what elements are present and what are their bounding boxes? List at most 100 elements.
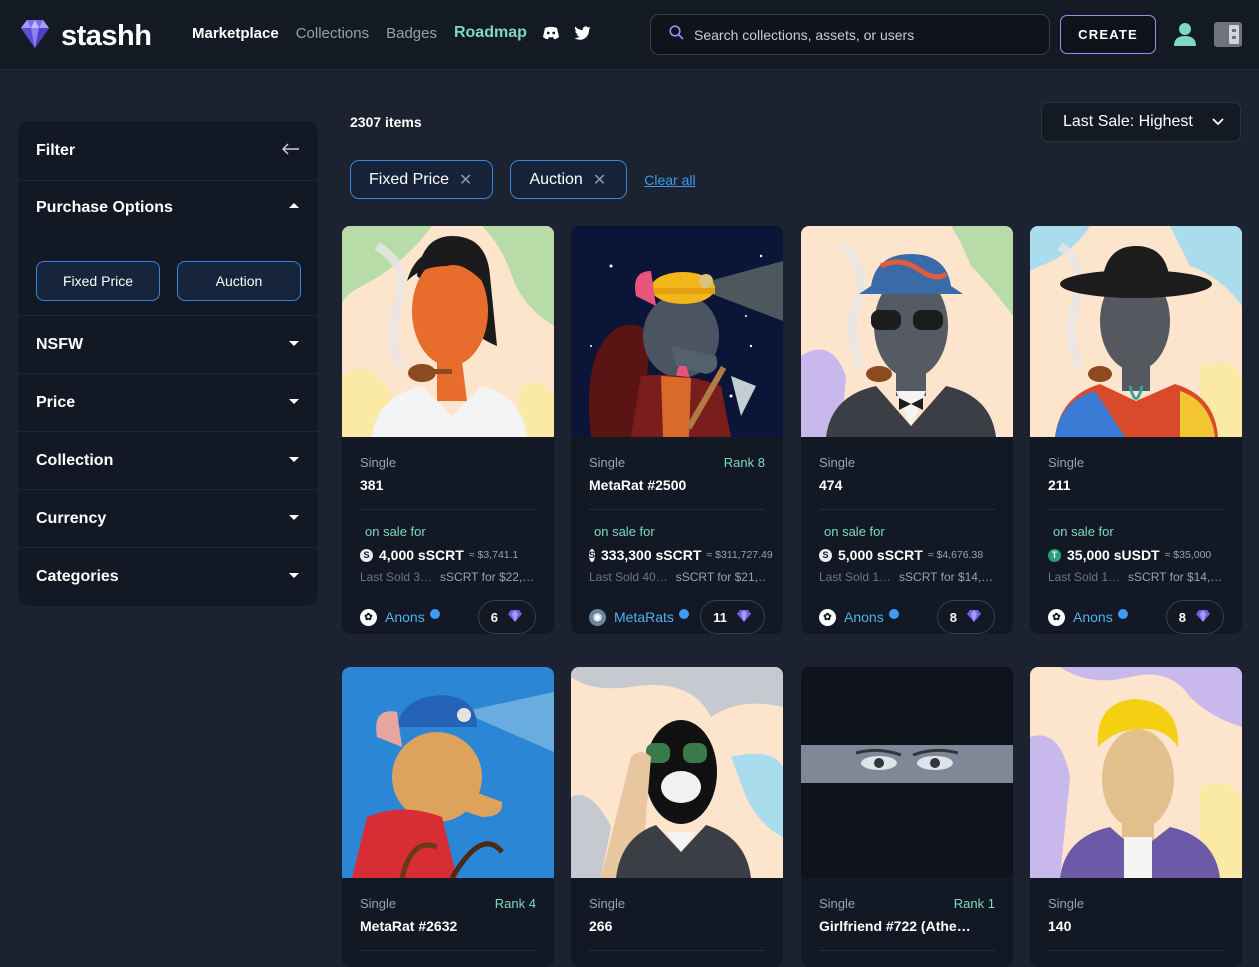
logo[interactable]: stashh bbox=[17, 16, 152, 57]
item-type: Single bbox=[589, 455, 626, 470]
sort-select[interactable]: Last Sale: Highest bbox=[1041, 102, 1241, 142]
item-name: 474 bbox=[819, 477, 843, 493]
nft-image[interactable] bbox=[1030, 226, 1242, 437]
close-icon[interactable]: ✕ bbox=[459, 170, 472, 190]
chip-label: Auction bbox=[529, 170, 583, 188]
badge-count[interactable]: 11 bbox=[700, 600, 765, 634]
sidebar-section-nsfw[interactable]: NSFW bbox=[18, 316, 318, 374]
nft-card[interactable]: Single 381 on sale for S 4,000 sSCRT ≈ $… bbox=[342, 226, 554, 634]
last-sold-label: Last Sold 1… bbox=[1048, 570, 1121, 584]
nft-image[interactable] bbox=[571, 226, 783, 437]
arrow-left-icon[interactable] bbox=[281, 142, 300, 160]
on-sale-label: on sale for bbox=[1053, 524, 1114, 539]
filter-chip-fixed-price[interactable]: Fixed Price ✕ bbox=[350, 160, 494, 199]
caret-down-icon bbox=[288, 568, 300, 586]
close-icon[interactable]: ✕ bbox=[593, 170, 606, 190]
collection-link[interactable]: ✿ Anons bbox=[1048, 608, 1128, 626]
item-name: 140 bbox=[1048, 918, 1072, 934]
clear-all-link[interactable]: Clear all bbox=[644, 172, 695, 188]
scrt-coin-icon: S bbox=[589, 548, 596, 562]
collection-link[interactable]: ✿ Anons bbox=[819, 608, 899, 626]
search-input[interactable] bbox=[694, 26, 1034, 43]
items-count: 2307 items bbox=[350, 114, 422, 130]
rank-label: Rank 8 bbox=[723, 455, 765, 470]
sidebar-section-price[interactable]: Price bbox=[18, 374, 318, 432]
nft-card[interactable]: Single Rank 1 Girlfriend #722 (Athe… bbox=[801, 667, 1013, 967]
price-row: S 5,000 sSCRT ≈ $4,676.38 bbox=[819, 547, 995, 563]
top-bar: stashh Marketplace Collections Badges Ro… bbox=[0, 0, 1259, 70]
nav-roadmap[interactable]: Roadmap bbox=[454, 24, 527, 42]
nav-collections[interactable]: Collections bbox=[296, 25, 369, 42]
nft-image[interactable] bbox=[801, 667, 1013, 878]
item-name: Girlfriend #722 (Athe… bbox=[819, 918, 971, 934]
twitter-icon[interactable] bbox=[574, 26, 591, 40]
item-name: MetaRat #2500 bbox=[589, 477, 687, 493]
nav-marketplace[interactable]: Marketplace bbox=[192, 25, 279, 42]
nft-card[interactable]: Single 140 bbox=[1030, 667, 1242, 967]
divider bbox=[360, 509, 536, 510]
purchase-options-title: Purchase Options bbox=[36, 199, 173, 216]
scrt-coin-icon: S bbox=[819, 548, 832, 562]
last-sold-label: Last Sold 1… bbox=[819, 570, 892, 584]
discord-icon[interactable] bbox=[542, 26, 560, 40]
filter-header: Filter bbox=[18, 121, 318, 181]
nft-image[interactable] bbox=[801, 226, 1013, 437]
nav-badges[interactable]: Badges bbox=[386, 25, 437, 42]
sidebar-section-label: Price bbox=[36, 393, 76, 411]
diamond-icon bbox=[1195, 609, 1211, 626]
item-type: Single bbox=[819, 896, 856, 911]
price-value: 5,000 sSCRT bbox=[838, 547, 923, 563]
collection-name: Anons bbox=[844, 609, 884, 625]
usd-equivalent: ≈ $3,741.1 bbox=[468, 549, 519, 561]
collection-link[interactable]: ◉ MetaRats bbox=[589, 608, 689, 626]
fixed-price-option-button[interactable]: Fixed Price bbox=[36, 261, 160, 301]
nft-image[interactable] bbox=[342, 226, 554, 437]
badge-count[interactable]: 8 bbox=[936, 600, 995, 634]
on-sale-label: on sale for bbox=[594, 524, 655, 539]
diamond-icon bbox=[507, 609, 523, 626]
sidebar-section-categories[interactable]: Categories bbox=[18, 548, 318, 606]
anons-avatar-icon: ✿ bbox=[360, 608, 377, 626]
nft-card[interactable]: Single Rank 4 MetaRat #2632 bbox=[342, 667, 554, 967]
badge-count[interactable]: 6 bbox=[477, 600, 536, 634]
collection-name: Anons bbox=[1073, 609, 1113, 625]
sidebar-section-currency[interactable]: Currency bbox=[18, 490, 318, 548]
badge-count-value: 11 bbox=[713, 609, 727, 625]
nft-card[interactable]: Single 211 on sale for T 35,000 sUSDT ≈ … bbox=[1030, 226, 1242, 634]
nft-image[interactable] bbox=[1030, 667, 1242, 878]
diamond-icon bbox=[966, 609, 982, 626]
filter-chip-auction[interactable]: Auction ✕ bbox=[510, 160, 628, 199]
item-type: Single bbox=[1048, 455, 1085, 470]
sidebar-section-label: NSFW bbox=[36, 335, 84, 353]
verified-icon bbox=[1117, 609, 1128, 619]
nft-card[interactable]: Single Rank 8 MetaRat #2500 on sale for S… bbox=[571, 226, 783, 634]
last-sold-value: sSCRT for $21,… bbox=[675, 570, 765, 584]
sort-selected-value: Last Sale: Highest bbox=[1063, 113, 1193, 130]
nft-image[interactable] bbox=[571, 667, 783, 878]
last-sold-label: Last Sold 40… bbox=[589, 570, 668, 584]
price-value: 35,000 sUSDT bbox=[1067, 547, 1160, 563]
wallet-icon[interactable] bbox=[1214, 22, 1242, 52]
caret-down-icon bbox=[288, 452, 300, 470]
search-bar[interactable] bbox=[650, 14, 1050, 55]
usd-equivalent: ≈ $311,727.49 bbox=[706, 549, 773, 561]
filter-title: Filter bbox=[36, 141, 76, 159]
badge-count-value: 8 bbox=[949, 609, 957, 625]
search-icon bbox=[669, 24, 684, 45]
badge-count[interactable]: 8 bbox=[1165, 600, 1224, 634]
purchase-options-header[interactable]: Purchase Options bbox=[36, 199, 300, 217]
user-profile-icon[interactable] bbox=[1172, 21, 1198, 52]
divider bbox=[819, 509, 995, 510]
anons-avatar-icon: ✿ bbox=[819, 608, 836, 626]
item-type: Single bbox=[589, 896, 626, 911]
sidebar-section-collection[interactable]: Collection bbox=[18, 432, 318, 490]
usd-equivalent: ≈ $4,676.38 bbox=[927, 549, 984, 561]
auction-option-button[interactable]: Auction bbox=[177, 261, 301, 301]
nft-card[interactable]: Single 266 bbox=[571, 667, 783, 967]
nft-card[interactable]: Single 474 on sale for S 5,000 sSCRT ≈ $… bbox=[801, 226, 1013, 634]
collection-link[interactable]: ✿ Anons bbox=[360, 608, 440, 626]
last-sold-value: sSCRT for $14,… bbox=[899, 570, 994, 584]
create-button[interactable]: CREATE bbox=[1060, 15, 1156, 54]
on-sale-label: on sale for bbox=[365, 524, 426, 539]
nft-image[interactable] bbox=[342, 667, 554, 878]
